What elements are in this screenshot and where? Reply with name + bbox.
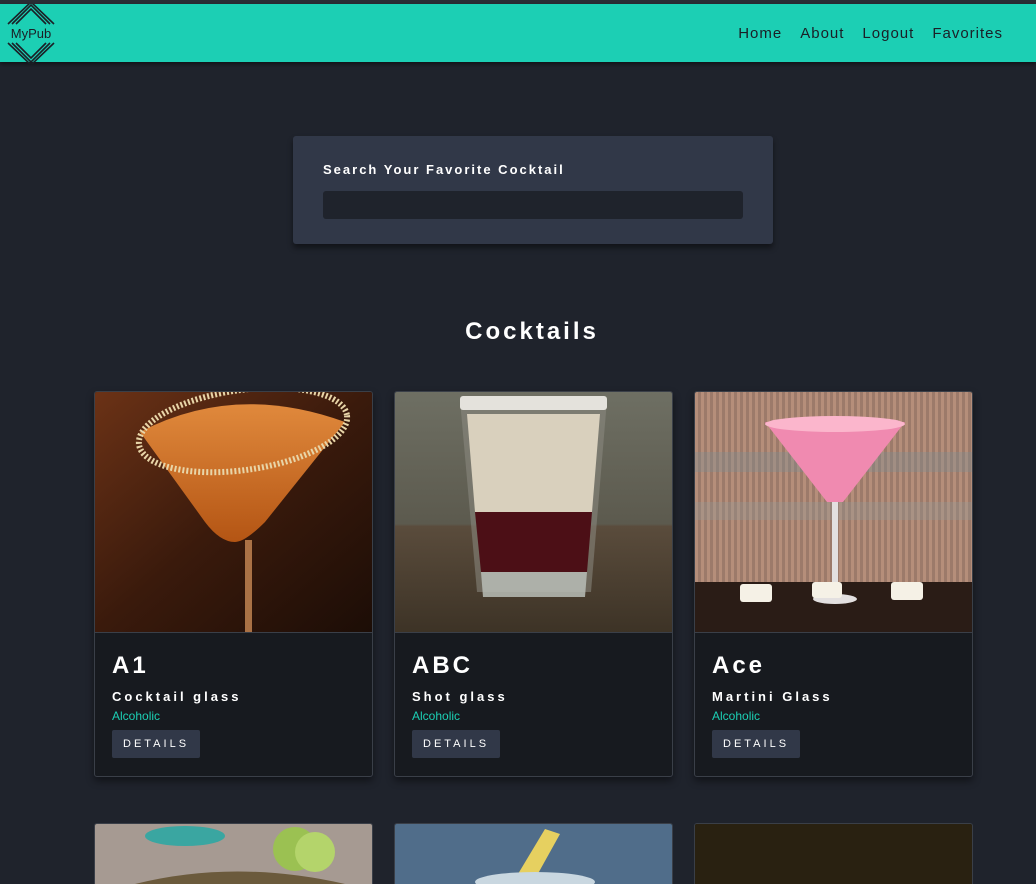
cocktail-type: Alcoholic	[412, 709, 461, 723]
cocktail-image	[695, 824, 972, 884]
search-input[interactable]	[323, 191, 743, 219]
cocktail-name: ABC	[412, 652, 473, 679]
cocktail-glass: Shot glass	[412, 689, 508, 704]
cocktail-image	[95, 824, 372, 884]
cocktail-image	[395, 824, 672, 884]
nav-about-link[interactable]: About	[800, 25, 844, 42]
navbar: MyPub Home About Logout Favorites	[0, 4, 1036, 64]
cocktail-card: ABC Shot glass Alcoholic DETAILS	[394, 391, 673, 777]
details-button[interactable]: DETAILS	[712, 730, 801, 758]
nav-logout-link[interactable]: Logout	[862, 25, 914, 42]
nav-favorites-link[interactable]: Favorites	[932, 25, 1003, 42]
cocktail-type: Alcoholic	[712, 709, 761, 723]
cocktail-image	[695, 392, 972, 633]
search-panel: Search Your Favorite Cocktail	[293, 136, 773, 244]
cocktail-name: A1	[112, 652, 149, 679]
details-button[interactable]: DETAILS	[112, 730, 201, 758]
cocktail-card-partial[interactable]	[394, 823, 673, 884]
cocktail-type: Alcoholic	[112, 709, 161, 723]
nav-menu: Home About Logout Favorites	[720, 4, 1003, 62]
cocktail-card: Ace Martini Glass Alcoholic DETAILS	[694, 391, 973, 777]
details-button[interactable]: DETAILS	[412, 730, 501, 758]
cocktail-glass: Martini Glass	[712, 689, 833, 704]
cocktail-card: A1 Cocktail glass Alcoholic DETAILS	[94, 391, 373, 777]
cocktail-name: Ace	[712, 652, 766, 679]
logo-text: MyPub	[11, 26, 51, 41]
mypub-logo[interactable]: MyPub	[4, 4, 58, 64]
search-label: Search Your Favorite Cocktail	[323, 162, 565, 177]
cocktail-image	[395, 392, 672, 633]
cocktail-card-partial[interactable]	[94, 823, 373, 884]
nav-home-link[interactable]: Home	[738, 25, 782, 42]
cocktail-card-partial[interactable]	[694, 823, 973, 884]
cocktail-image	[95, 392, 372, 633]
cocktail-glass: Cocktail glass	[112, 689, 242, 704]
section-title: Cocktails	[465, 318, 599, 345]
